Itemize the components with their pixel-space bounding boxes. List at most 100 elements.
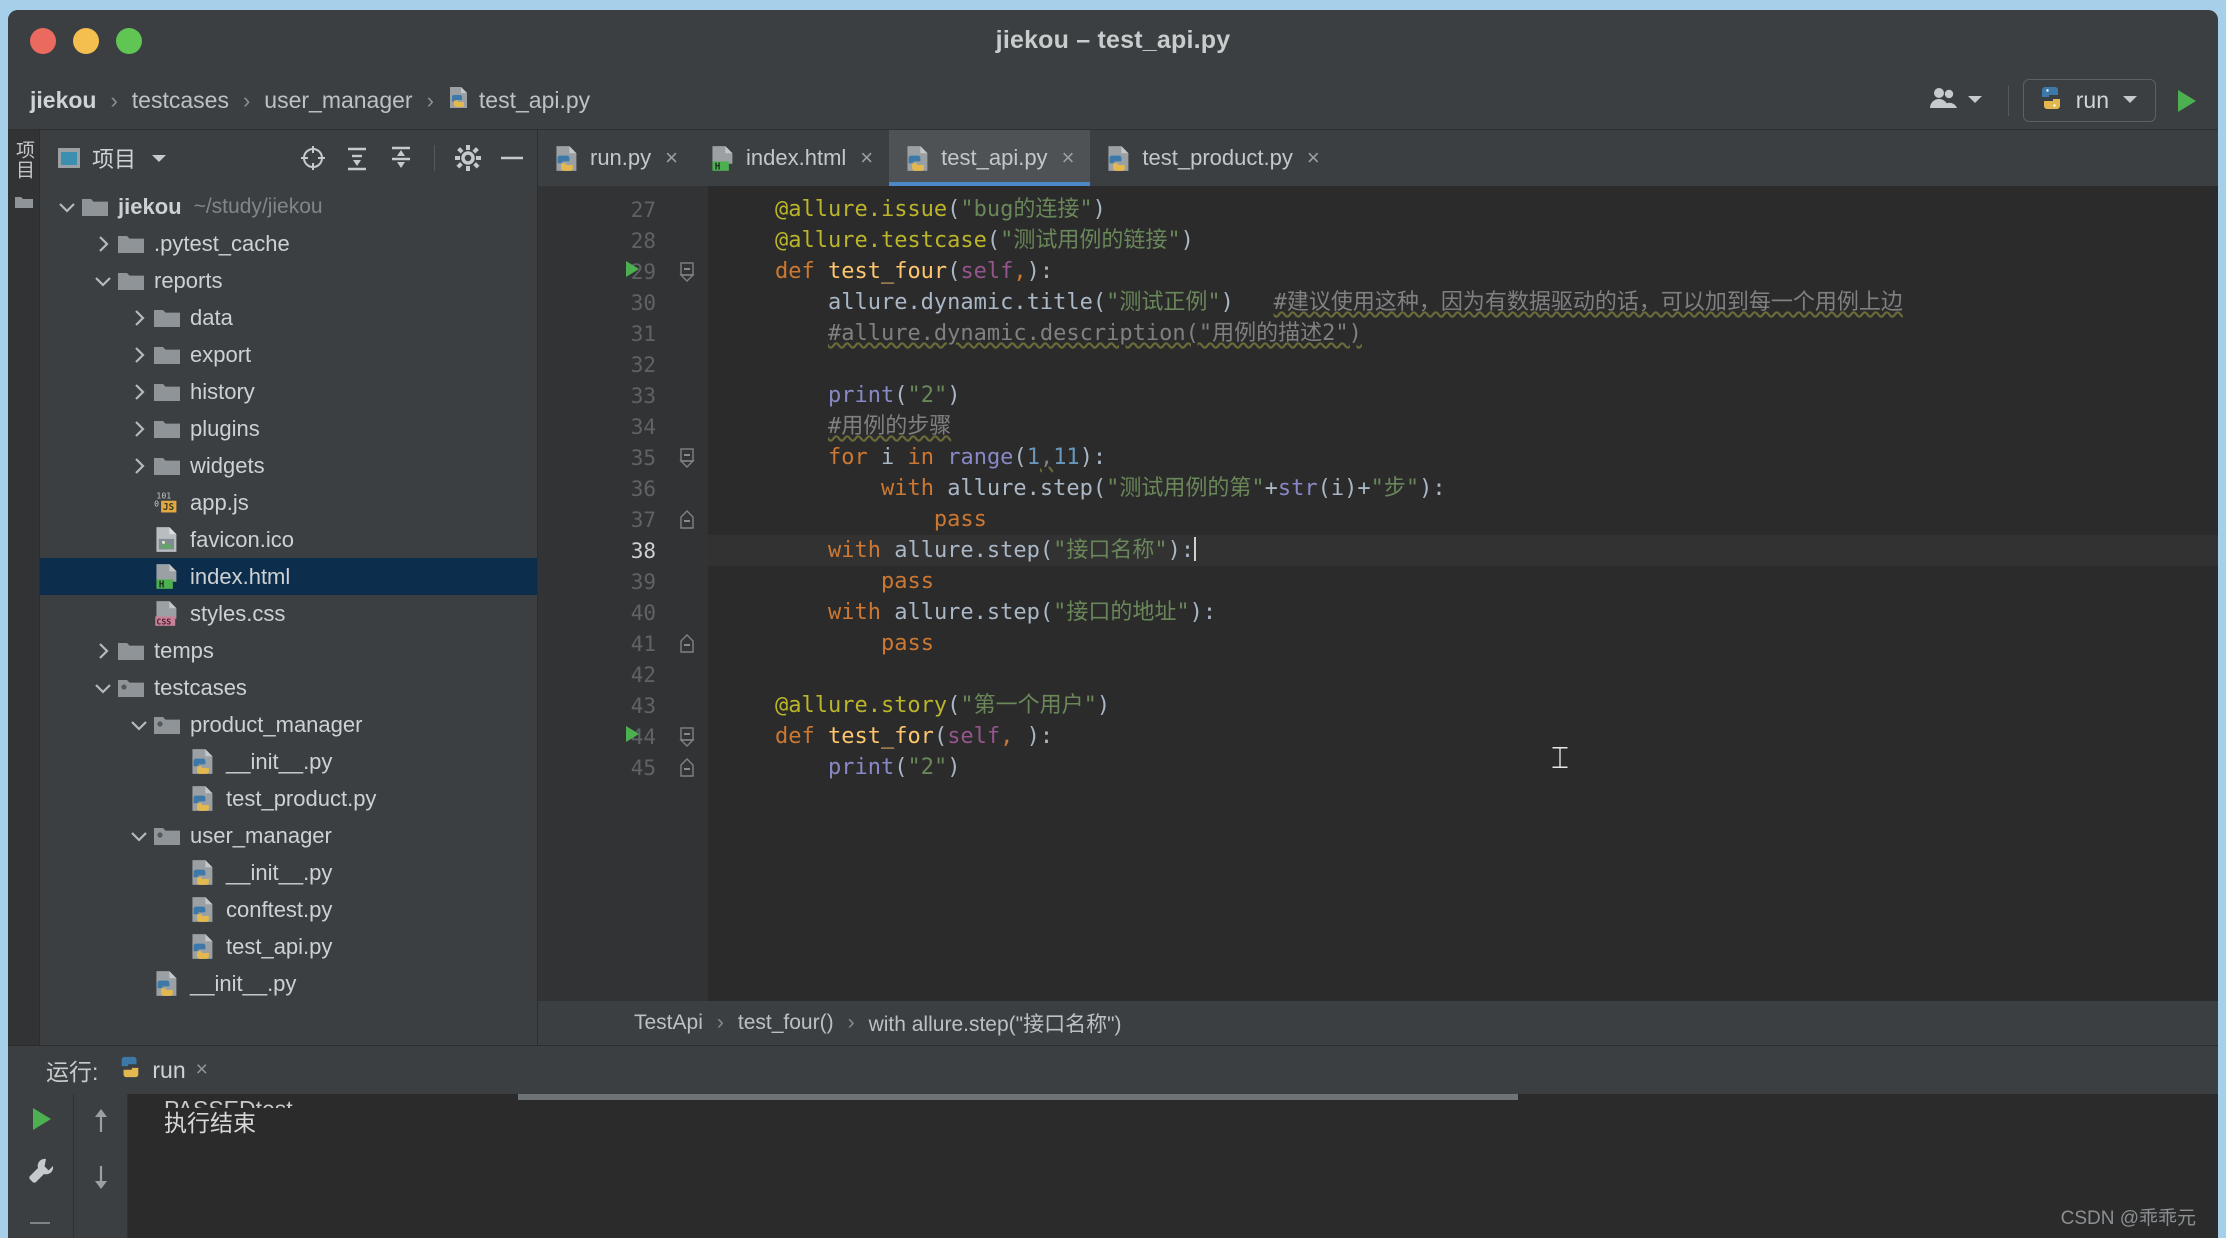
expand-all-icon[interactable] — [342, 143, 372, 173]
editor-tab-test_apipy[interactable]: test_api.py × — [889, 130, 1091, 186]
tree-node-.pytest_cache[interactable]: .pytest_cache — [40, 225, 537, 262]
up-arrow-icon[interactable] — [86, 1106, 116, 1136]
code-line[interactable]: pass — [708, 566, 2218, 597]
close-icon[interactable]: × — [1062, 145, 1075, 171]
editor-tab-test_productpy[interactable]: test_product.py × — [1090, 130, 1335, 186]
code-content[interactable]: @allure.issue("bug的连接") @allure.testcase… — [708, 186, 2218, 1001]
run-console-output[interactable]: PASSEDtest 执行结束 CSDN @乖乖元 — [128, 1094, 2218, 1238]
code-line[interactable]: with allure.step("测试用例的第"+str(i)+"步"): — [708, 473, 2218, 504]
tool-window-button-project[interactable]: 项目 — [10, 140, 37, 180]
breadcrumb-item-user-manager[interactable]: user_manager — [262, 87, 414, 114]
collapse-all-icon[interactable] — [386, 143, 416, 173]
tree-node-widgets[interactable]: widgets — [40, 447, 537, 484]
tree-node-testcases[interactable]: testcases — [40, 669, 537, 706]
wrench-settings-icon[interactable] — [26, 1156, 56, 1186]
fold-marker[interactable] — [666, 442, 708, 473]
code-line[interactable]: for i in range(1,11): — [708, 442, 2218, 473]
run-button[interactable] — [2172, 87, 2200, 115]
structure-breadcrumb-item[interactable]: with allure.step("接口名称") — [869, 1008, 1122, 1038]
tree-node-__init__.py[interactable]: __init__.py — [40, 743, 537, 780]
tree-node-styles.css[interactable]: CSS styles.css — [40, 595, 537, 632]
code-line[interactable]: #allure.dynamic.description("用例的描述2") — [708, 318, 2218, 349]
code-editor[interactable]: 27 28 29 30 31 32 33 34 35 36 37 38 39 40 41 42 43 44 45 @… — [538, 186, 2218, 1001]
hide-panel-icon[interactable] — [497, 143, 527, 173]
run-gutter-play-icon[interactable] — [622, 724, 642, 749]
code-line[interactable] — [708, 659, 2218, 690]
run-tab[interactable]: run × — [118, 1055, 208, 1085]
line-number-gutter[interactable]: 27 28 29 30 31 32 33 34 35 36 37 38 39 40 41 42 43 44 45 — [538, 186, 666, 1001]
tree-node-data[interactable]: data — [40, 299, 537, 336]
chevron-right-icon[interactable] — [90, 234, 116, 254]
chevron-down-icon[interactable] — [54, 200, 80, 214]
fold-marker[interactable] — [666, 721, 708, 752]
people-menu-button[interactable] — [1918, 80, 1994, 121]
tree-node-test_product.py[interactable]: test_product.py — [40, 780, 537, 817]
tree-node-__init__.py[interactable]: __init__.py — [40, 854, 537, 891]
chevron-down-icon[interactable] — [90, 274, 116, 288]
chevron-down-icon[interactable] — [126, 718, 152, 732]
code-line[interactable]: def test_four(self,): — [708, 256, 2218, 287]
fold-marker[interactable] — [666, 752, 708, 783]
down-arrow-icon[interactable] — [86, 1162, 116, 1192]
code-line[interactable]: with allure.step("接口名称"): — [708, 535, 2218, 566]
tree-node-export[interactable]: export — [40, 336, 537, 373]
folder-icon[interactable] — [14, 194, 34, 215]
tree-node-reports[interactable]: reports — [40, 262, 537, 299]
tree-node-conftest.py[interactable]: conftest.py — [40, 891, 537, 928]
code-line[interactable]: print("2") — [708, 752, 2218, 783]
editor-tab-indexhtml[interactable]: Hindex.html × — [694, 130, 889, 186]
code-line[interactable]: with allure.step("接口的地址"): — [708, 597, 2218, 628]
structure-breadcrumb-item[interactable]: test_four() — [738, 1011, 834, 1035]
chevron-right-icon[interactable] — [126, 419, 152, 439]
code-line[interactable]: @allure.testcase("测试用例的链接") — [708, 225, 2218, 256]
close-icon[interactable]: × — [1307, 145, 1320, 171]
code-folding-gutter[interactable] — [666, 186, 708, 1001]
chevron-right-icon[interactable] — [126, 382, 152, 402]
project-file-tree[interactable]: jiekou ~/study/jiekou .pytest_cache reports… — [40, 186, 537, 1045]
close-icon[interactable]: × — [860, 145, 873, 171]
locate-icon[interactable] — [298, 143, 328, 173]
code-line[interactable]: allure.dynamic.title("测试正例") #建议使用这种，因为有… — [708, 287, 2218, 318]
code-line[interactable]: pass — [708, 628, 2218, 659]
code-line[interactable]: #用例的步骤 — [708, 411, 2218, 442]
code-line[interactable] — [708, 349, 2218, 380]
tree-node-jiekou[interactable]: jiekou ~/study/jiekou — [40, 188, 537, 225]
breadcrumb-item-file[interactable]: test_api.py — [446, 86, 592, 115]
settings-gear-icon[interactable] — [453, 143, 483, 173]
tree-node-favicon.ico[interactable]: favicon.ico — [40, 521, 537, 558]
chevron-down-icon[interactable] — [126, 829, 152, 843]
chevron-down-icon[interactable] — [144, 143, 174, 173]
tree-node-user_manager[interactable]: user_manager — [40, 817, 537, 854]
code-line[interactable]: @allure.issue("bug的连接") — [708, 194, 2218, 225]
tree-node-temps[interactable]: temps — [40, 632, 537, 669]
code-line[interactable]: pass — [708, 504, 2218, 535]
breadcrumb-item-testcases[interactable]: testcases — [130, 87, 231, 114]
run-gutter-play-icon[interactable] — [622, 259, 642, 284]
fold-marker[interactable] — [666, 628, 708, 659]
more-actions-icon[interactable] — [26, 1208, 56, 1238]
tree-node-history[interactable]: history — [40, 373, 537, 410]
close-icon[interactable]: × — [665, 145, 678, 171]
tree-node-app.js[interactable]: 101 0 JS app.js — [40, 484, 537, 521]
run-configuration-selector[interactable]: run — [2022, 79, 2156, 122]
tree-node-test_api.py[interactable]: test_api.py — [40, 928, 537, 965]
chevron-right-icon[interactable] — [126, 456, 152, 476]
chevron-right-icon[interactable] — [90, 641, 116, 661]
code-line[interactable]: print("2") — [708, 380, 2218, 411]
editor-tab-runpy[interactable]: run.py × — [538, 130, 694, 186]
fold-marker[interactable] — [666, 504, 708, 535]
close-icon[interactable]: × — [196, 1058, 208, 1082]
chevron-right-icon[interactable] — [126, 345, 152, 365]
tree-node-product_manager[interactable]: product_manager — [40, 706, 537, 743]
tree-node-plugins[interactable]: plugins — [40, 410, 537, 447]
chevron-right-icon[interactable] — [126, 308, 152, 328]
tree-node-index.html[interactable]: Hindex.html — [40, 558, 537, 595]
code-line[interactable]: def test_for(self, ): — [708, 721, 2218, 752]
code-line[interactable]: @allure.story("第一个用户") — [708, 690, 2218, 721]
fold-marker[interactable] — [666, 256, 708, 287]
chevron-down-icon[interactable] — [90, 681, 116, 695]
structure-breadcrumb-item[interactable]: TestApi — [634, 1011, 703, 1035]
rerun-play-icon[interactable] — [26, 1104, 56, 1134]
breadcrumb-item-project[interactable]: jiekou — [28, 87, 98, 114]
console-scroll-indicator[interactable] — [518, 1094, 1518, 1100]
